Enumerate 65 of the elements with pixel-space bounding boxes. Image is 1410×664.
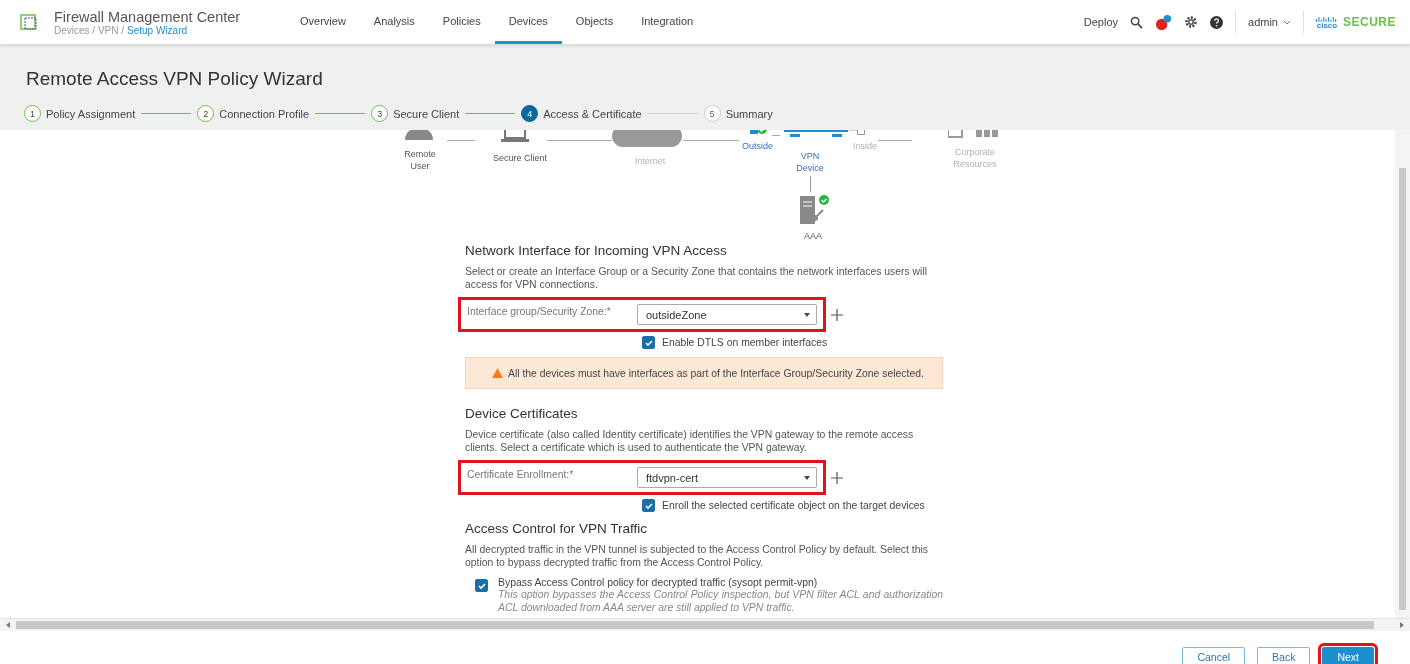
diagram-label: Remote User [403,148,437,172]
field-label: Interface group/Security Zone:* [467,306,612,317]
select-field[interactable]: ftdvpn-cert [637,467,817,488]
wizard-button[interactable]: Back [1257,647,1311,664]
notification-icon[interactable] [1155,13,1172,31]
breadcrumb-link[interactable]: Setup Wizard [127,24,188,36]
breadcrumb-path: Devices / VPN / [54,24,125,36]
add-icon[interactable] [831,471,843,484]
option-note: This option bypasses the Access Control Policy inspection, but VPN filter ACL and authorization ACL downloaded from AAA server are still applied to VPN traffic. [498,588,943,614]
diagram-label: Internet [633,155,667,167]
horizontal-scrollbar[interactable] [0,618,1410,631]
diagram-label: Outside [741,140,774,152]
brand-name: SECURE [1343,15,1396,29]
cloud-icon [612,130,682,147]
select-field[interactable]: outsideZone [637,304,817,325]
wizard-step: 3 Secure Client [371,105,460,122]
nav-tab[interactable]: Integration [627,0,708,44]
warning-text: All the devices must have interfaces as part of the Interface Group/Security Zone selected. [508,367,924,379]
scroll-left-icon[interactable] [6,622,10,628]
diagram-label: Corporate Resources [952,146,998,170]
nav-tab[interactable]: Overview [286,0,360,44]
caret-icon [804,475,810,480]
checkbox[interactable] [642,336,655,349]
search-icon[interactable] [1130,15,1143,29]
section-description: Select or create an Interface Group or a Security Zone that contains the network interfaces users will access for VPN connections. [465,265,929,291]
wizard-step: 1 Policy Assignment [24,105,136,122]
logo-icon [20,12,40,32]
chevron-down-icon [1283,19,1291,25]
diagram-label: AAA [803,230,823,242]
add-icon[interactable] [831,308,843,321]
checkbox[interactable] [642,499,655,512]
product-title: Firewall Management Center [54,8,242,25]
caret-icon [804,312,810,317]
diagram-label: Secure Client [492,152,548,164]
diagram-label: Inside [852,140,878,152]
section-description: All decrypted traffic in the VPN tunnel is subjected to the Access Control Policy by default. Select this option to bypass decrypted traffic from the Access Control Policy. [465,543,929,569]
diagram-label: VPN Device [795,150,825,174]
help-icon[interactable] [1210,15,1223,29]
field-label: Certificate Enrollment:* [467,469,575,480]
scroll-right-icon[interactable] [1400,622,1404,628]
bars-icon [1316,15,1338,22]
section-heading: Access Control for VPN Traffic [465,521,649,536]
section-heading: Device Certificates [465,406,579,421]
laptop-icon [500,130,530,144]
server-key-icon [800,194,830,226]
settings-icon[interactable] [1184,15,1198,29]
checkbox[interactable] [475,579,488,592]
vertical-scrollbar[interactable] [1395,130,1410,618]
nav-tab[interactable]: Objects [561,0,628,44]
wizard-step: 5 Summary [703,105,773,122]
checkbox-label: Enable DTLS on member interfaces [662,337,828,348]
brand-mark: cisco [1316,21,1338,29]
wizard-button[interactable]: Cancel [1182,647,1246,664]
wizard-step: 2 Connection Profile [197,105,310,122]
checkbox-label: Bypass Access Control policy for decrypted traffic (sysopt permit-vpn) [498,577,818,588]
checkbox-label: Enroll the selected certificate object on the target devices [662,500,925,511]
wizard-step: 4 Access & Certificate [521,105,642,122]
deploy-button[interactable]: Deploy [1083,16,1118,28]
nav-tab[interactable]: Analysis [359,0,429,44]
user-menu[interactable]: admin [1248,16,1291,28]
page-title: Remote Access VPN Policy Wizard [26,67,324,91]
nav-tab[interactable]: Policies [428,0,495,44]
warning-icon [492,368,503,378]
section-heading: Network Interface for Incoming VPN Access [465,243,728,258]
section-description: Device certificate (also called Identity certificate) identifies the VPN gateway to the remote access clients. Select a certificate which is used to authenticate the VPN gateway. [465,428,915,454]
